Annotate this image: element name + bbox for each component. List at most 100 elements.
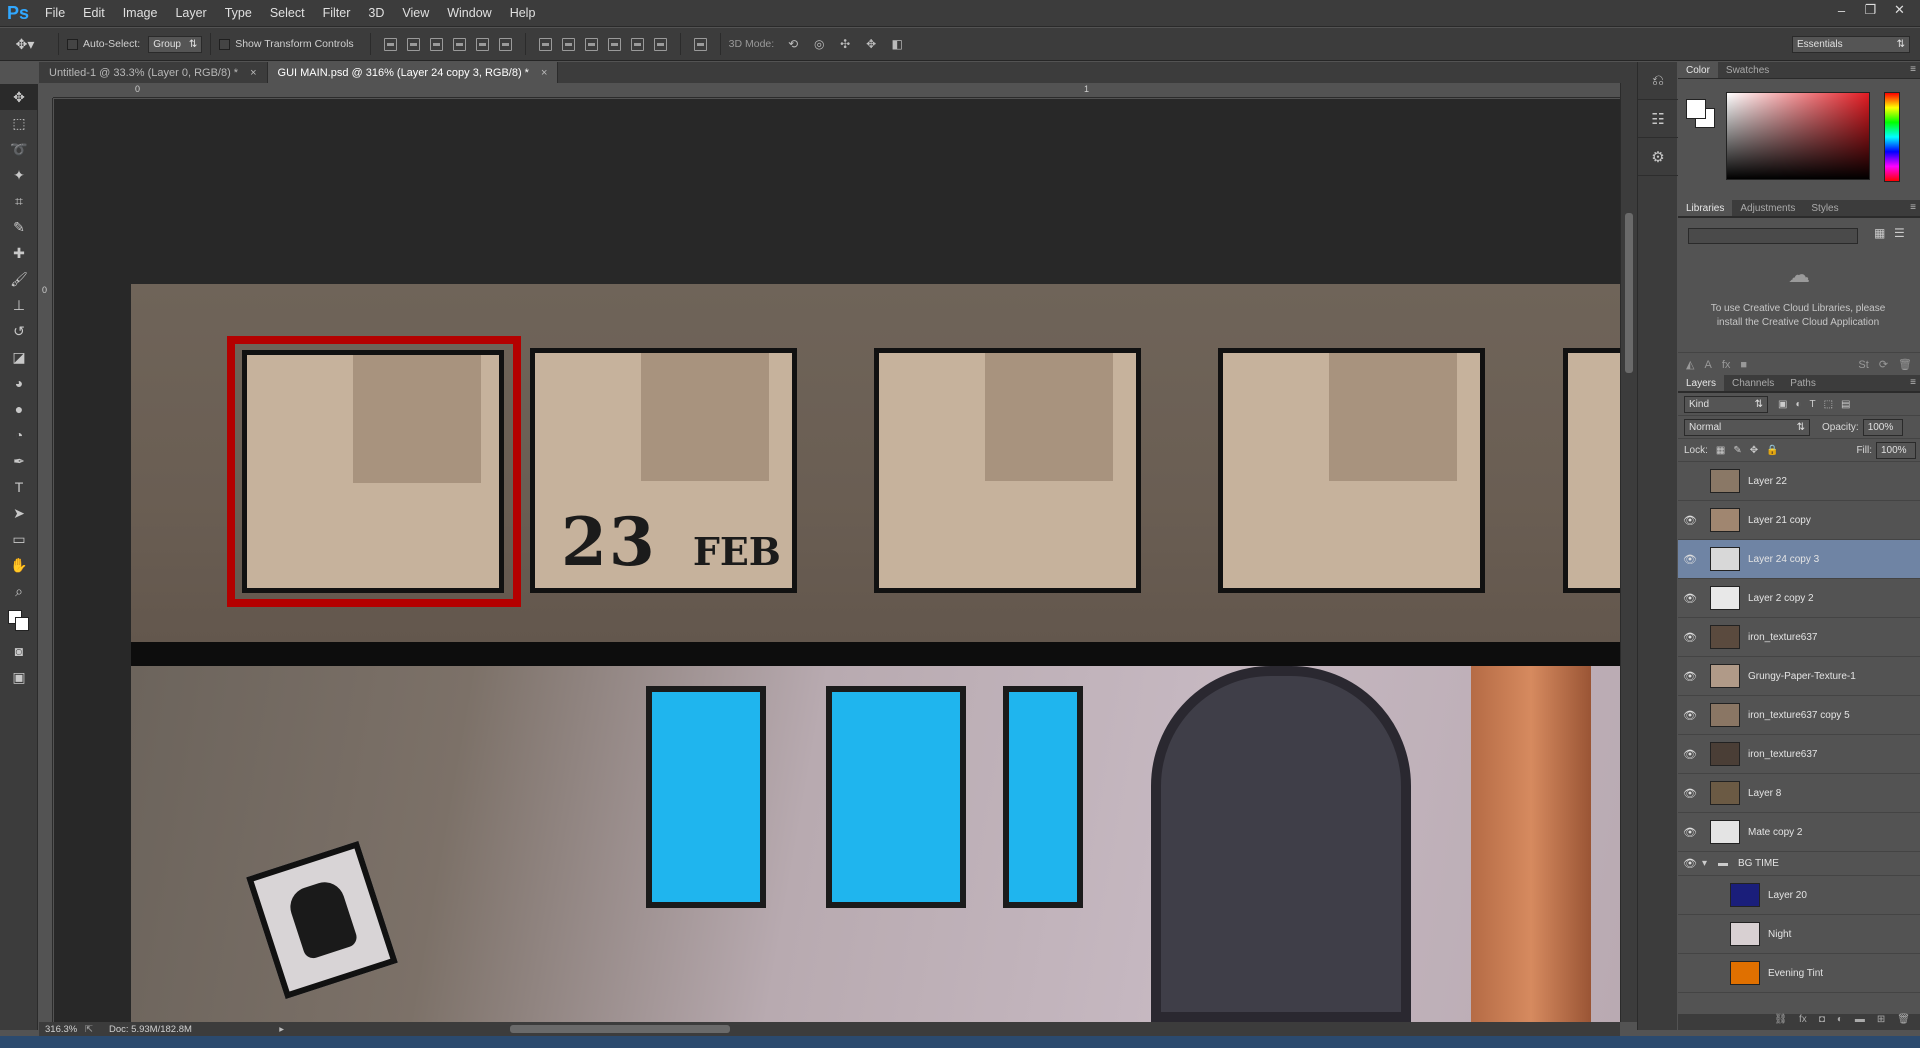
stamp-tool-icon[interactable]: ⊥ xyxy=(0,292,38,318)
layer-row[interactable]: Night xyxy=(1678,915,1920,954)
layer-row[interactable]: 👁 Layer 8 xyxy=(1678,774,1920,813)
visibility-eye-icon[interactable]: 👁 xyxy=(1678,857,1702,870)
scroll-thumb[interactable] xyxy=(510,1025,730,1033)
menu-image[interactable]: Image xyxy=(114,0,167,27)
stock-icon[interactable]: St xyxy=(1858,359,1868,371)
scroll-thumb[interactable] xyxy=(1625,213,1633,373)
checkbox-icon[interactable] xyxy=(67,38,78,50)
zoom-tool-icon[interactable]: ⌕ xyxy=(0,578,38,604)
auto-select-dropdown[interactable]: Group ⇅ xyxy=(148,35,203,53)
lock-icons[interactable]: ▦✎✥🔒 xyxy=(1716,445,1787,456)
sync-icon[interactable]: ⟳ xyxy=(1879,358,1888,371)
menu-window[interactable]: Window xyxy=(438,0,500,27)
add-style-icon[interactable]: fx xyxy=(1722,359,1731,371)
3d-scale-icon[interactable]: ◧ xyxy=(889,37,905,51)
mask-icon[interactable]: ◘ xyxy=(1819,1014,1825,1030)
properties-icon[interactable]: ☷ xyxy=(1638,100,1678,138)
list-view-icon[interactable]: ☰ xyxy=(1894,226,1905,240)
menu-help[interactable]: Help xyxy=(501,0,545,27)
dodge-tool-icon[interactable]: ◔ xyxy=(0,422,38,448)
menu-select[interactable]: Select xyxy=(261,0,314,27)
layer-row[interactable]: 👁 Layer 2 copy 2 xyxy=(1678,579,1920,618)
history-icon[interactable]: ⎌ xyxy=(1638,62,1678,100)
healing-brush-icon[interactable]: ✚ xyxy=(0,240,38,266)
layer-row[interactable]: 👁 iron_texture637 xyxy=(1678,618,1920,657)
close-icon[interactable]: × xyxy=(250,67,256,79)
link-icon[interactable]: ⛓ xyxy=(1774,1014,1787,1030)
fx-icon[interactable]: fx xyxy=(1799,1014,1807,1030)
type-tool-icon[interactable]: T xyxy=(0,474,38,500)
horizontal-ruler[interactable]: 0 1 xyxy=(53,83,1620,98)
kind-filter[interactable]: Kind ⇅ xyxy=(1684,395,1768,413)
align-top-icon[interactable] xyxy=(383,37,397,51)
canvas-area[interactable]: 23 FEB xyxy=(54,99,1620,1022)
visibility-eye-icon[interactable]: 👁 xyxy=(1678,631,1702,644)
grid-view-icon[interactable]: ▦ xyxy=(1874,226,1885,240)
layer-row[interactable]: 👁 Layer 21 copy xyxy=(1678,501,1920,540)
fill-field[interactable]: 100% xyxy=(1876,441,1916,459)
align-left-icon[interactable] xyxy=(452,37,466,51)
magic-wand-icon[interactable]: ✦ xyxy=(0,162,38,188)
visibility-eye-icon[interactable]: 👁 xyxy=(1678,748,1702,761)
distribute-left-icon[interactable] xyxy=(607,37,621,51)
layer-row[interactable]: Evening Tint xyxy=(1678,954,1920,993)
align-hcenter-icon[interactable] xyxy=(475,37,489,51)
tab-styles[interactable]: Styles xyxy=(1803,200,1846,216)
tab-swatches[interactable]: Swatches xyxy=(1718,62,1777,78)
add-graphic-icon[interactable]: ◭ xyxy=(1686,358,1694,371)
filter-icons[interactable]: ▣◐T⬚▤ xyxy=(1778,399,1859,410)
horizontal-scrollbar[interactable] xyxy=(290,1022,1620,1036)
menu-type[interactable]: Type xyxy=(216,0,261,27)
close-button[interactable]: ✕ xyxy=(1885,0,1914,20)
paint-bucket-icon[interactable]: ◕ xyxy=(0,370,38,396)
menu-view[interactable]: View xyxy=(393,0,438,27)
3d-slide-icon[interactable]: ✥ xyxy=(863,37,879,51)
fg-bg-swatches[interactable] xyxy=(1686,99,1716,129)
layer-row[interactable]: 👁 iron_texture637 copy 5 xyxy=(1678,696,1920,735)
tab-layers[interactable]: Layers xyxy=(1678,375,1725,391)
adjust-icon[interactable]: ⚙ xyxy=(1638,138,1678,176)
history-brush-icon[interactable]: ↺ xyxy=(0,318,38,344)
menu-edit[interactable]: Edit xyxy=(74,0,114,27)
trash-icon[interactable]: 🗑 xyxy=(1898,358,1912,371)
layer-row[interactable]: 👁 Grungy-Paper-Texture-1 xyxy=(1678,657,1920,696)
brush-tool-icon[interactable]: 🖌 xyxy=(0,266,38,292)
tab-adjustments[interactable]: Adjustments xyxy=(1732,200,1803,216)
menu-filter[interactable]: Filter xyxy=(314,0,360,27)
tab-untitled[interactable]: Untitled-1 @ 33.3% (Layer 0, RGB/8) * × xyxy=(39,62,268,83)
foreground-swatch[interactable] xyxy=(1686,99,1706,119)
show-transform-checkbox[interactable]: Show Transform Controls xyxy=(219,38,354,50)
visibility-eye-icon[interactable]: 👁 xyxy=(1678,514,1702,527)
blur-tool-icon[interactable]: ● xyxy=(0,396,38,422)
visibility-eye-icon[interactable]: 👁 xyxy=(1678,670,1702,683)
layer-row[interactable]: Layer 20 xyxy=(1678,876,1920,915)
layer-row[interactable]: Layer 22 xyxy=(1678,462,1920,501)
blend-mode-dropdown[interactable]: Normal ⇅ xyxy=(1684,418,1810,436)
tab-channels[interactable]: Channels xyxy=(1724,375,1782,391)
layer-row[interactable]: 👁 Mate copy 2 xyxy=(1678,813,1920,852)
visibility-eye-icon[interactable]: 👁 xyxy=(1678,553,1702,566)
panel-menu-icon[interactable]: ≡ xyxy=(1910,377,1916,388)
zoom-level[interactable]: 316.3% xyxy=(39,1024,85,1035)
menu-3d[interactable]: 3D xyxy=(359,0,393,27)
vertical-scrollbar[interactable] xyxy=(1620,83,1637,1022)
align-vcenter-icon[interactable] xyxy=(406,37,420,51)
visibility-eye-icon[interactable]: 👁 xyxy=(1678,592,1702,605)
close-icon[interactable]: × xyxy=(541,67,547,79)
share-icon[interactable]: ⇱ xyxy=(85,1024,109,1035)
panel-menu-icon[interactable]: ≡ xyxy=(1910,202,1916,213)
add-text-icon[interactable]: A xyxy=(1704,359,1711,371)
auto-align-icon[interactable] xyxy=(693,37,707,51)
status-menu-icon[interactable]: ▸ xyxy=(279,1024,284,1035)
3d-orbit-icon[interactable]: ⟲ xyxy=(785,37,801,51)
layer-row[interactable]: 👁 iron_texture637 xyxy=(1678,735,1920,774)
auto-select-checkbox[interactable]: Auto-Select: xyxy=(67,38,140,50)
lasso-tool-icon[interactable]: ➰ xyxy=(0,136,38,162)
minimize-button[interactable]: – xyxy=(1827,0,1856,20)
align-bottom-icon[interactable] xyxy=(429,37,443,51)
marquee-tool-icon[interactable]: ⬚ xyxy=(0,110,38,136)
pen-tool-icon[interactable]: ✒ xyxy=(0,448,38,474)
adjustment-icon[interactable]: ◐ xyxy=(1837,1014,1843,1030)
distribute-right-icon[interactable] xyxy=(653,37,667,51)
visibility-eye-icon[interactable]: 👁 xyxy=(1678,826,1702,839)
